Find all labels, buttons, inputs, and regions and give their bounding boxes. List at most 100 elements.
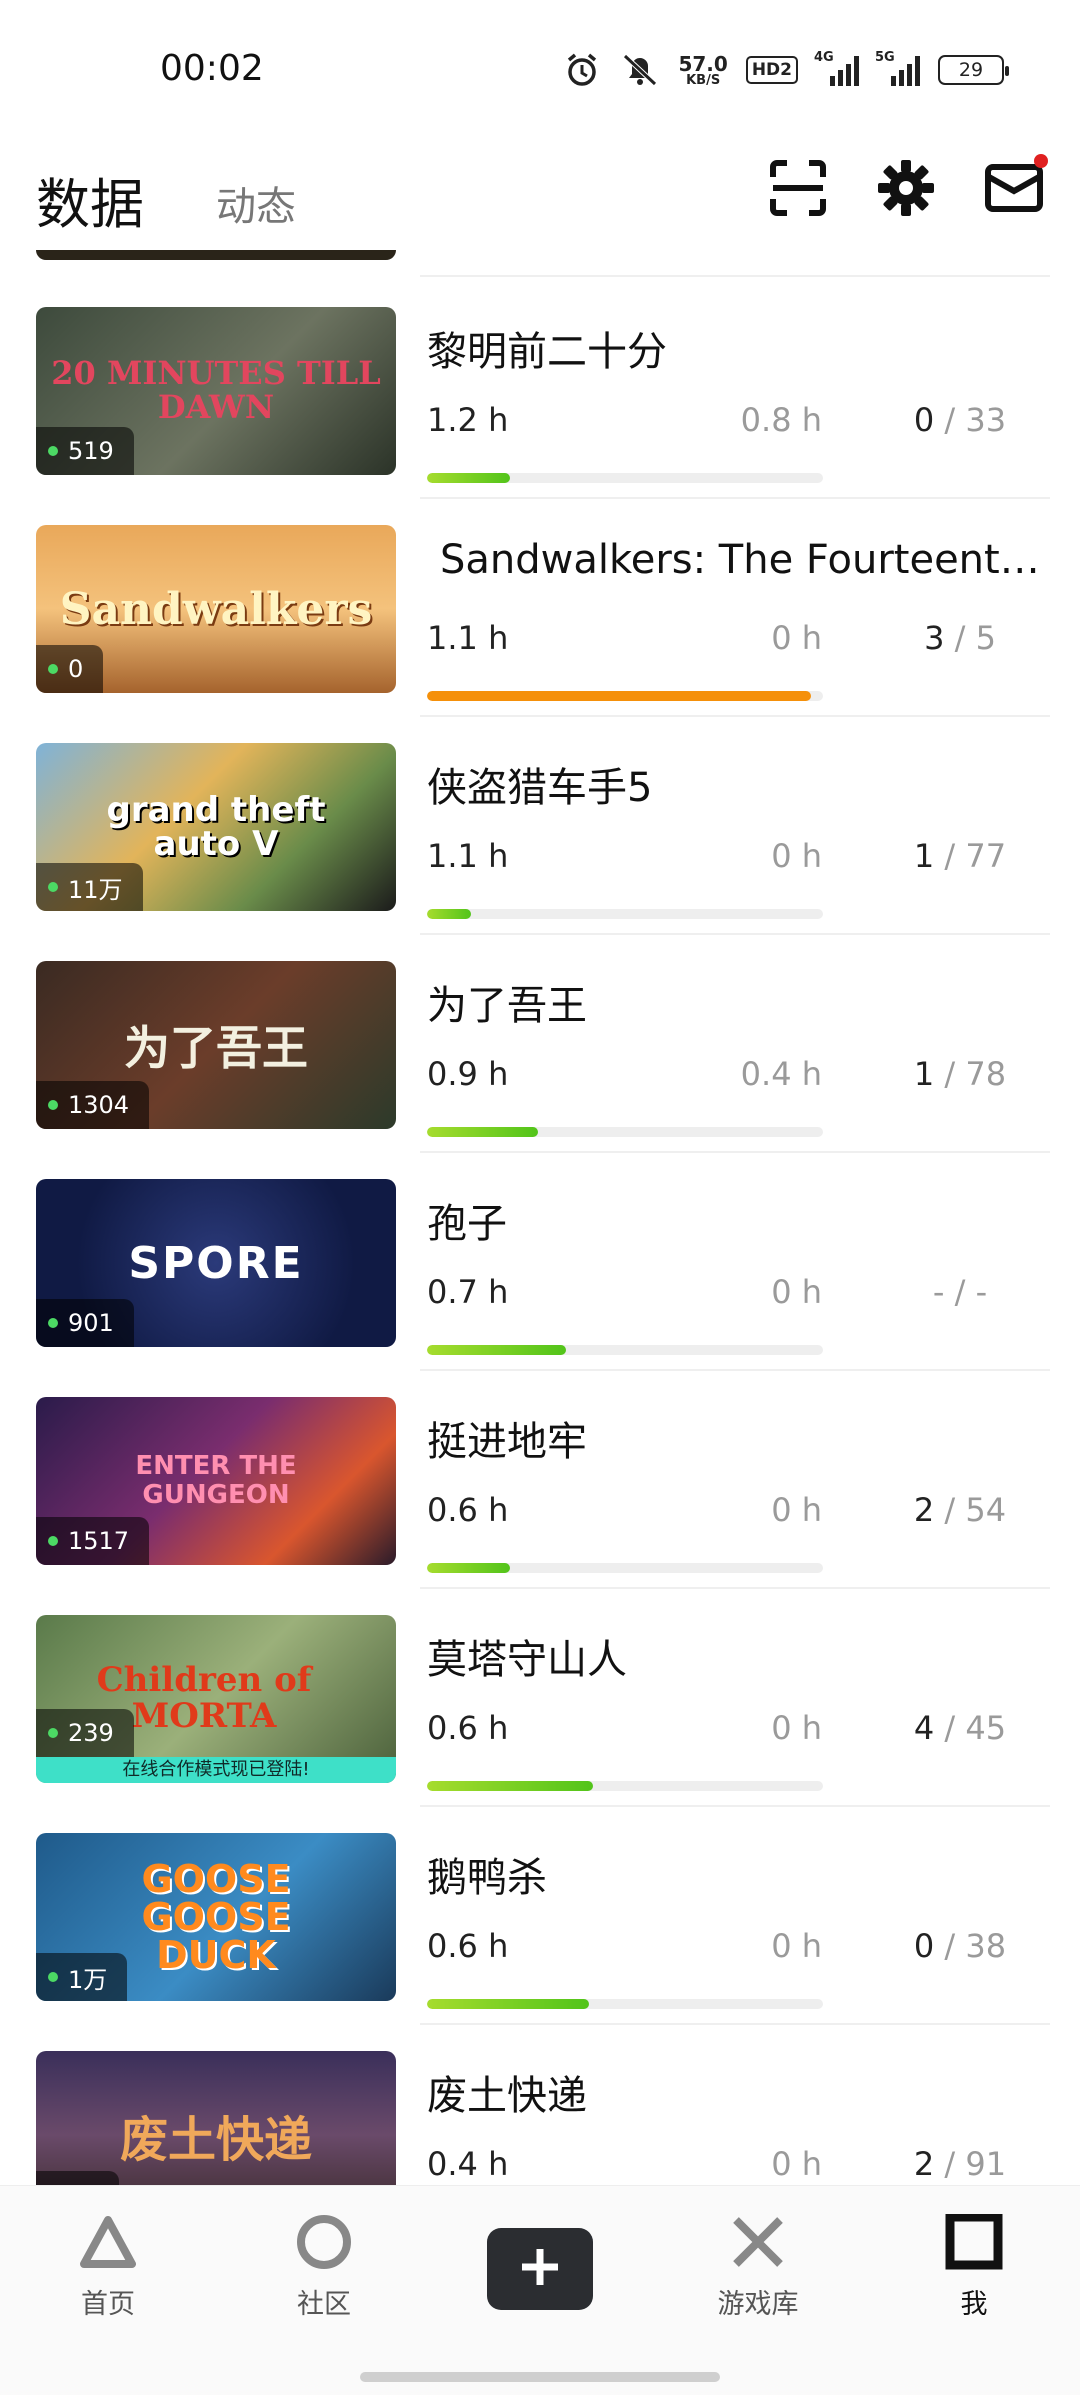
settings-button[interactable] [870,154,942,226]
signal-4g-icon: 4G [814,50,859,86]
playtime-total: 0.6 h [427,1709,509,1747]
partial-game-thumbnail [36,250,396,260]
gear-icon [876,158,936,222]
playtime-recent: 0 h [771,2145,822,2183]
player-count-badge: 1517 [36,1517,150,1565]
playtime-recent: 0.8 h [740,401,822,439]
thumbnail-title: 废土快递 [119,2112,312,2168]
nav-community[interactable]: 社区 [254,2214,394,2321]
square-icon [944,2212,1004,2274]
progress-bar-fill [427,1999,590,2009]
game-row[interactable]: SPORE 901 孢子 0.7 h 0 h - / - [0,1153,1080,1371]
achievements-total: 91 [965,2145,1007,2183]
messages-button[interactable] [978,154,1050,226]
nav-me[interactable]: 我 [904,2212,1044,2321]
achievements-earned: - [932,1273,945,1311]
mute-bell-icon [620,50,660,90]
signal-5g-icon: 5G [875,50,920,86]
thumbnail-title: Sandwalkers [59,583,373,635]
player-count: 519 [68,437,114,465]
player-count-badge: 901 [36,1299,134,1347]
nav-library-label: 游戏库 [717,2289,799,2320]
player-count: 901 [68,1309,114,1337]
progress-bar [427,1563,823,1573]
game-thumbnail: GOOSE GOOSE DUCK 1万 [36,1833,396,2001]
game-row[interactable]: Children of MORTA 在线合作模式现已登陆! 239 莫塔守山人 … [0,1589,1080,1807]
achievements-earned: 0 [913,1927,935,1965]
playtime-total: 0.6 h [427,1927,509,1965]
achievement-count: 0 / 33 [913,401,1007,439]
game-row[interactable]: grand theft auto V 11万 侠盗猎车手5 1.1 h 0 h … [0,717,1080,935]
progress-bar-fill [427,1127,538,1137]
achievements-earned: 4 [913,1709,935,1747]
scan-button[interactable] [762,154,834,226]
status-icons: 57.0 KB/S HD2 4G 5G 29 [562,50,1009,90]
hd-badge: HD2 [745,56,798,84]
achievements-earned: 3 [924,619,945,657]
achievement-count: 2 / 54 [913,1491,1007,1529]
achievement-count: 1 / 78 [913,1055,1007,1093]
battery-icon: 29 [938,55,1009,85]
game-thumbnail: 为了吾王 1304 [36,961,396,1129]
plus-icon [518,2245,562,2293]
game-row[interactable]: 20 MINUTES TILL DAWN 519 黎明前二十分 1.2 h 0.… [0,281,1080,499]
tab-feed[interactable]: 动态 [216,174,296,232]
game-title: 废土快递 [427,2073,587,2119]
achievements-total: 45 [965,1709,1007,1747]
achievements-earned: 1 [913,1055,935,1093]
game-row[interactable]: ENTER THE GUNGEON 1517 挺进地牢 0.6 h 0 h 2 … [0,1371,1080,1589]
game-row[interactable]: 为了吾王 1304 为了吾王 0.9 h 0.4 h 1 / 78 [0,935,1080,1153]
status-time: 00:02 [160,48,264,89]
notification-dot [1034,154,1048,168]
network-speed: 57.0 KB/S [678,54,727,87]
player-count: 239 [68,1719,114,1747]
nav-community-label: 社区 [297,2289,351,2320]
progress-bar-fill [427,473,511,483]
player-count: 1304 [68,1091,130,1119]
playtime-total: 0.9 h [427,1055,509,1093]
player-count-badge: 29 [36,2171,119,2185]
game-title: 孢子 [427,1201,507,1247]
game-row[interactable]: Sandwalkers 0 Sandwalkers: The Fourteent… [0,499,1080,717]
add-button[interactable] [487,2228,593,2310]
nav-home-label: 首页 [81,2289,135,2320]
status-bar: 00:02 57.0 KB/S HD2 4G 5G 29 [0,0,1080,140]
signal-5g-label: 5G [875,50,895,65]
progress-bar [427,1127,823,1137]
bottom-navigation: 首页 社区 游戏库 我 [0,2185,1080,2395]
player-count: 11万 [68,875,123,904]
game-thumbnail: SPORE 901 [36,1179,396,1347]
thumbnail-title: ENTER THE GUNGEON [135,1451,297,1510]
player-count-badge: 0 [36,645,104,693]
thumbnail-title: grand theft auto V [106,790,326,864]
triangle-icon [78,2214,138,2274]
nav-library[interactable]: 游戏库 [688,2214,828,2321]
progress-bar [427,1999,823,2009]
playtime-recent: 0 h [771,1709,822,1747]
home-indicator[interactable] [360,2372,720,2382]
game-row[interactable]: 废土快递 29 废土快递 0.4 h 0 h 2 / 91 [0,2025,1080,2185]
alarm-icon [562,50,602,90]
game-stats-list: 20 MINUTES TILL DAWN 519 黎明前二十分 1.2 h 0.… [0,250,1080,2185]
player-count-badge: 11万 [36,863,143,911]
achievements-total: 5 [975,619,996,657]
game-title: 鹅鸭杀 [427,1855,547,1901]
achievements-total: 78 [965,1055,1007,1093]
player-count: 1517 [68,1527,130,1555]
achievements-total: 38 [965,1927,1007,1965]
achievements-total: 33 [965,401,1007,439]
playtime-total: 1.1 h [427,837,509,875]
tab-data[interactable]: 数据 [36,160,144,239]
game-title: 黎明前二十分 [427,329,667,375]
game-thumbnail: Children of MORTA 在线合作模式现已登陆! 239 [36,1615,396,1783]
progress-bar-fill [427,691,812,701]
achievement-count: - / - [932,1273,988,1311]
progress-bar [427,1781,823,1791]
nav-home[interactable]: 首页 [38,2214,178,2321]
playtime-total: 0.7 h [427,1273,509,1311]
game-row[interactable]: GOOSE GOOSE DUCK 1万 鹅鸭杀 0.6 h 0 h 0 / 38 [0,1807,1080,2025]
achievements-earned: 2 [913,2145,935,2183]
scan-icon [769,159,827,221]
progress-bar [427,473,823,483]
thumbnail-title: 20 MINUTES TILL DAWN [51,354,381,426]
